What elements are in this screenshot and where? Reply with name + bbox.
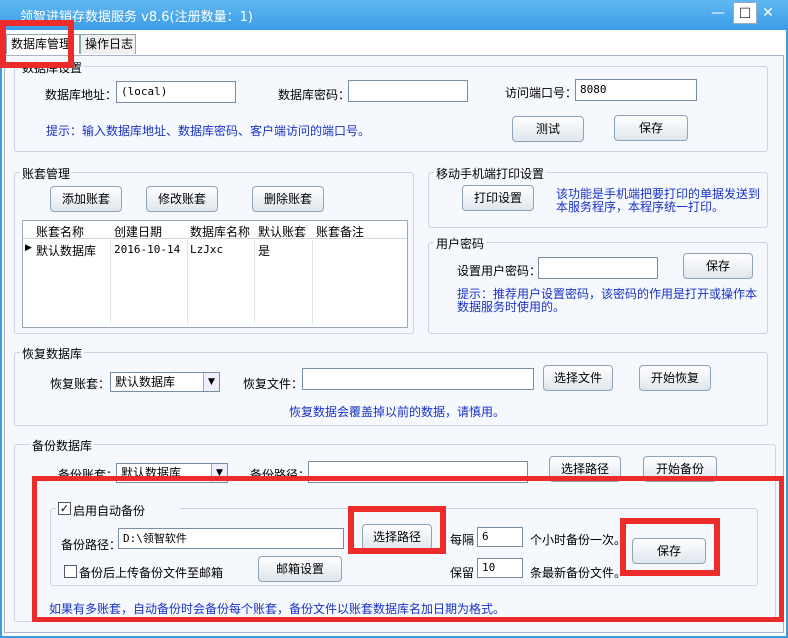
save-user-password-button[interactable]: 保存 xyxy=(683,253,753,279)
column-header[interactable]: 数据库名称 xyxy=(190,223,250,240)
restore-file-label: 恢复文件： xyxy=(243,377,304,391)
choose-restore-file-button[interactable]: 选择文件 xyxy=(543,365,613,391)
db-settings-hint: 提示：输入数据库地址、数据库密码、客户端访问的端口号。 xyxy=(46,124,371,138)
column-header[interactable]: 账套备注 xyxy=(316,223,364,240)
column-header[interactable]: 默认账套 xyxy=(258,223,306,240)
restore-account-value: 默认数据库 xyxy=(115,375,176,389)
db-address-label: 数据库地址： xyxy=(45,88,118,102)
add-account-button[interactable]: 添加账套 xyxy=(50,186,122,212)
default-account-cell: 是 xyxy=(258,244,271,258)
test-connection-button[interactable]: 测试 xyxy=(512,116,584,142)
column-header[interactable]: 账套名称 xyxy=(36,223,84,240)
db-password-input[interactable] xyxy=(348,80,468,102)
highlight-box xyxy=(32,476,784,622)
edit-account-button[interactable]: 修改账套 xyxy=(146,186,218,212)
port-label: 访问端口号： xyxy=(505,86,578,100)
mobile-print-hint-2: 本服务程序，本程序统一打印。 xyxy=(556,200,725,214)
user-password-label: 设置用户密码： xyxy=(457,264,542,278)
db-address-input[interactable]: (local) xyxy=(116,81,236,103)
mobile-print-title: 移动手机端打印设置 xyxy=(434,165,547,182)
database-name-cell: LzJxc xyxy=(190,243,224,256)
user-password-title: 用户密码 xyxy=(434,235,487,252)
highlight-box xyxy=(0,20,74,68)
save-db-settings-button[interactable]: 保存 xyxy=(614,115,688,141)
tab-operation-log[interactable]: 操作日志 xyxy=(80,34,136,54)
start-restore-button[interactable]: 开始恢复 xyxy=(639,365,711,391)
print-settings-button[interactable]: 打印设置 xyxy=(462,185,534,211)
port-input[interactable]: 8080 xyxy=(575,79,697,101)
chevron-down-icon[interactable]: ▼ xyxy=(203,373,219,391)
restore-file-input[interactable] xyxy=(302,368,534,390)
close-button[interactable]: ✕ xyxy=(756,2,780,24)
table-row[interactable]: ▶ 默认数据库 2016-10-14 LzJxc 是 xyxy=(23,240,407,260)
restore-warning: 恢复数据会覆盖掉以前的数据，请慎用。 xyxy=(289,405,506,419)
maximize-button[interactable]: ☐ xyxy=(733,2,757,24)
tab-bar: 数据库管理 操作日志 xyxy=(2,34,782,56)
user-password-hint-2: 数据服务时使用的。 xyxy=(457,300,566,314)
minimize-button[interactable]: — xyxy=(706,2,730,24)
user-password-input[interactable] xyxy=(538,257,658,279)
row-selector-icon: ▶ xyxy=(25,243,32,253)
restore-title: 恢复数据库 xyxy=(20,345,85,362)
db-password-label: 数据库密码： xyxy=(278,88,351,102)
column-header[interactable]: 创建日期 xyxy=(114,223,162,240)
restore-account-label: 恢复账套： xyxy=(50,377,111,391)
backup-title: 备份数据库 xyxy=(30,437,95,454)
delete-account-button[interactable]: 删除账套 xyxy=(252,186,324,212)
accounts-title: 账套管理 xyxy=(20,165,73,182)
account-name-cell: 默认数据库 xyxy=(36,244,97,258)
created-date-cell: 2016-10-14 xyxy=(114,243,181,256)
